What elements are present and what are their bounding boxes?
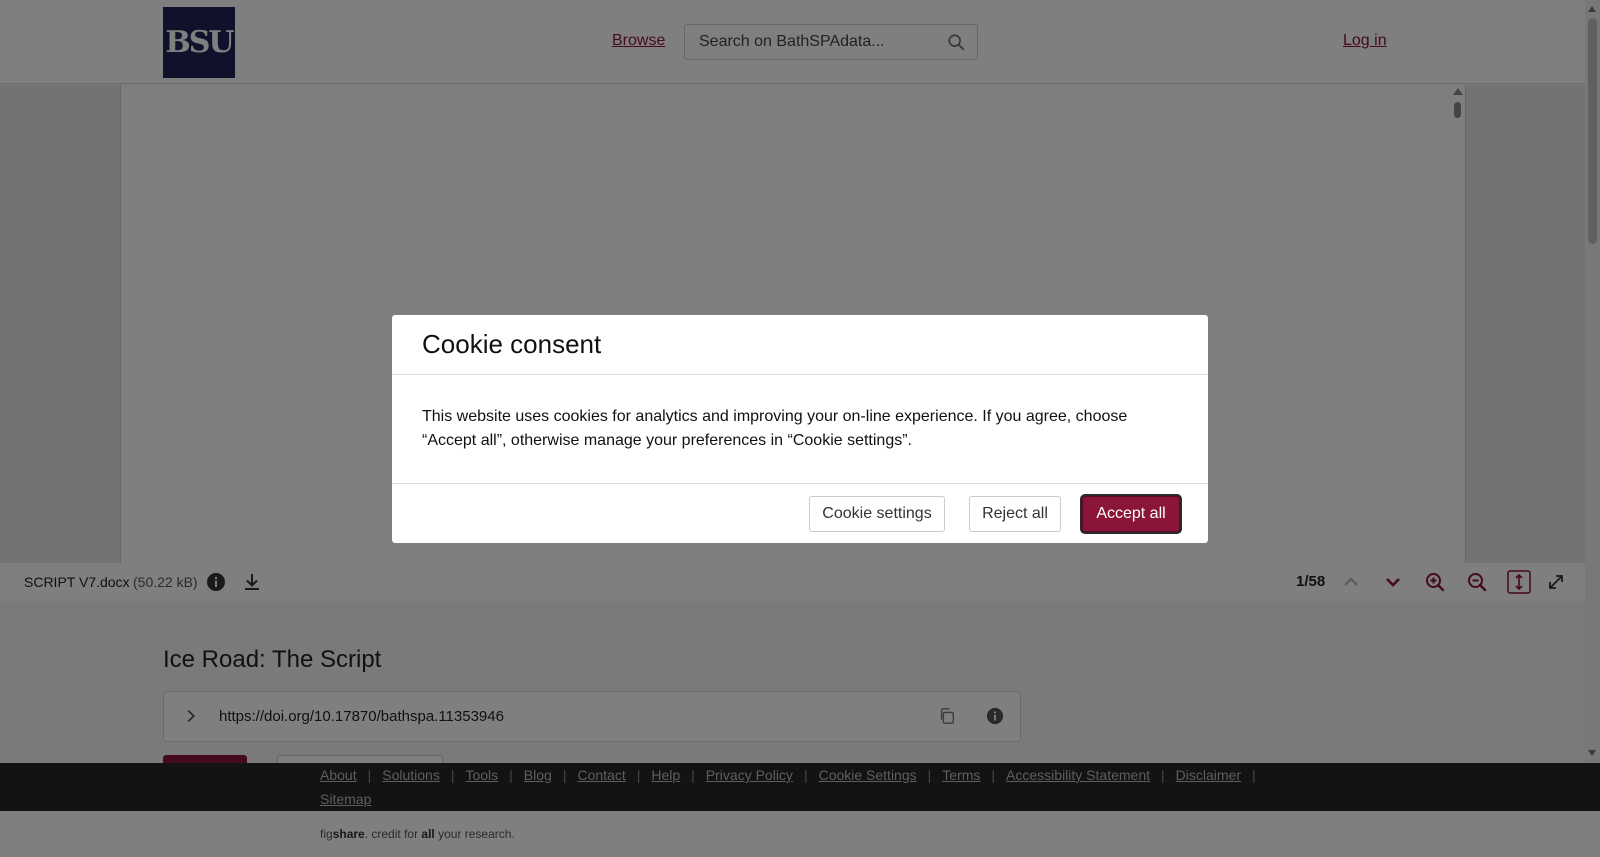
dialog-title: Cookie consent [422, 329, 602, 359]
dialog-footer: Cookie settings Reject all Accept all [392, 483, 1208, 543]
cookie-settings-button[interactable]: Cookie settings [809, 496, 945, 532]
accept-all-button[interactable]: Accept all [1082, 496, 1180, 532]
dialog-header: Cookie consent [392, 315, 1208, 375]
reject-all-button[interactable]: Reject all [969, 496, 1061, 532]
cookie-consent-dialog: Cookie consent This website uses cookies… [392, 315, 1208, 543]
dialog-body: This website uses cookies for analytics … [422, 408, 1128, 449]
